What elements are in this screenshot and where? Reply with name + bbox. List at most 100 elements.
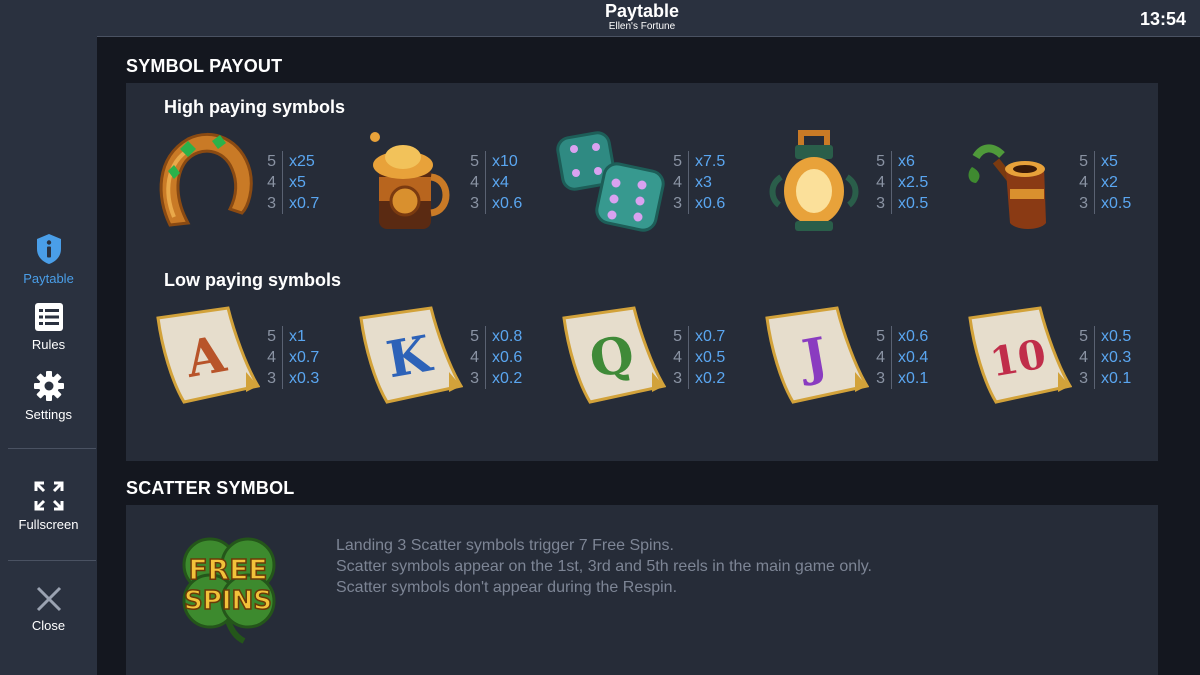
- horseshoe-icon: [159, 133, 253, 227]
- payout-row: 4 x0.6: [467, 347, 522, 368]
- payout-value: x0.2: [688, 368, 725, 389]
- scatter-line: Landing 3 Scatter symbols trigger 7 Free…: [336, 537, 674, 554]
- sidebar-item-paytable[interactable]: Paytable: [0, 232, 97, 286]
- close-icon: [36, 586, 61, 612]
- symbol-count: 3: [673, 194, 682, 212]
- pipe-icon: [968, 144, 1046, 229]
- symbol-count: 3: [1079, 369, 1088, 387]
- scatter-panel: FREE SPINS Landing 3 Scatter symbols tri…: [126, 505, 1158, 675]
- symbol-count: 5: [673, 327, 682, 345]
- payout-value: x0.7: [688, 326, 725, 347]
- symbol-count: 4: [1079, 348, 1088, 366]
- payout-row: 5 x10: [467, 151, 522, 172]
- scroll-10-icon: 10: [968, 306, 1072, 404]
- symbol-count: 4: [876, 348, 885, 366]
- section-title-scatter: SCATTER SYMBOL: [126, 478, 295, 498]
- sidebar-item-rules[interactable]: Rules: [0, 302, 97, 352]
- symbol-count: 5: [267, 152, 276, 170]
- payout-list: 5 x0.7 4 x0.5 3 x0.2: [670, 326, 725, 389]
- payout-row: 3 x0.6: [670, 193, 725, 214]
- gear-icon: [33, 371, 64, 401]
- payout-row: 5 x6: [873, 151, 928, 172]
- payout-value: x0.2: [485, 368, 522, 389]
- payout-value: x0.6: [485, 347, 522, 368]
- symbol-count: 4: [470, 173, 479, 191]
- header-bar: Paytable Ellen's Fortune 13:54: [97, 0, 1200, 37]
- symbol-count: 5: [876, 152, 885, 170]
- clover-free-spins-icon: FREE SPINS: [182, 537, 276, 644]
- symbol-count: 4: [876, 173, 885, 191]
- scroll-j-icon: J: [765, 306, 869, 404]
- payout-value: x0.4: [891, 347, 928, 368]
- payout-row: 5 x25: [264, 151, 319, 172]
- payout-row: 5 x7.5: [670, 151, 725, 172]
- symbol-scroll-j: J 5 x0.6 4 x0.4 3 x0.1: [759, 302, 959, 412]
- payout-list: 5 x10 4 x4 3 x0.6: [467, 151, 522, 214]
- payout-list: 5 x0.6 4 x0.4 3 x0.1: [873, 326, 928, 389]
- payout-row: 4 x2.5: [873, 172, 928, 193]
- payout-value: x0.5: [1094, 326, 1131, 347]
- payout-value: x6: [891, 151, 915, 172]
- payout-list: 5 x6 4 x2.5 3 x0.5: [873, 151, 928, 214]
- symbol-count: 3: [876, 369, 885, 387]
- symbol-count: 3: [1079, 194, 1088, 212]
- payout-value: x7.5: [688, 151, 725, 172]
- payout-row: 5 x0.6: [873, 326, 928, 347]
- payout-value: x0.6: [688, 193, 725, 214]
- payout-value: x0.8: [485, 326, 522, 347]
- page-title: Paytable: [604, 1, 680, 21]
- payout-row: 3 x0.5: [873, 193, 928, 214]
- high-paying-title: High paying symbols: [164, 97, 346, 117]
- payout-row: 3 x0.7: [264, 193, 319, 214]
- scatter-line: Scatter symbols don't appear during the …: [336, 579, 678, 596]
- scatter-description: Landing 3 Scatter symbols trigger 7 Free…: [336, 535, 872, 598]
- section-title-symbol-payout: SYMBOL PAYOUT: [126, 56, 283, 76]
- payout-row: 3 x0.3: [264, 368, 319, 389]
- sidebar-item-settings[interactable]: Settings: [0, 370, 97, 422]
- sidebar-label-rules: Rules: [31, 337, 66, 352]
- symbol-scroll-a: A 5 x1 4 x0.7 3 x0.3: [150, 302, 350, 412]
- sidebar-label-settings: Settings: [25, 407, 72, 422]
- payout-row: 4 x3: [670, 172, 725, 193]
- payout-list: 5 x0.8 4 x0.6 3 x0.2: [467, 326, 522, 389]
- payout-value: x0.3: [1094, 347, 1131, 368]
- payout-value: x25: [282, 151, 315, 172]
- payout-list: 5 x1 4 x0.7 3 x0.3: [264, 326, 319, 389]
- lantern-icon: [769, 130, 859, 231]
- fullscreen-icon: [34, 481, 63, 511]
- payout-row: 3 x0.1: [1076, 368, 1131, 389]
- symbol-pipe: 5 x5 4 x2 3 x0.5: [962, 127, 1162, 237]
- symbol-count: 3: [876, 194, 885, 212]
- symbol-scroll-q: Q 5 x0.7 4 x0.5 3 x0.2: [556, 302, 756, 412]
- symbol-count: 4: [267, 348, 276, 366]
- payout-row: 4 x2: [1076, 172, 1131, 193]
- payout-row: 3 x0.2: [670, 368, 725, 389]
- info-shield-icon: [36, 234, 61, 264]
- symbol-count: 5: [1079, 152, 1088, 170]
- payout-value: x10: [485, 151, 518, 172]
- symbol-dice: 5 x7.5 4 x3 3 x0.6: [556, 127, 756, 237]
- symbol-payout-panel: High paying symbols 5 x25 4 x5 3 x0.7 5 x10: [126, 83, 1158, 461]
- dice-icon: [556, 131, 665, 232]
- payout-value: x4: [485, 172, 509, 193]
- payout-row: 4 x0.4: [873, 347, 928, 368]
- symbol-count: 5: [876, 327, 885, 345]
- scatter-line: Scatter symbols appear on the 1st, 3rd a…: [336, 558, 872, 575]
- free-label: FREE: [189, 553, 268, 586]
- symbol-count: 5: [673, 152, 682, 170]
- payout-value: x2.5: [891, 172, 928, 193]
- scroll-k-icon: K: [359, 306, 463, 404]
- sidebar-item-fullscreen[interactable]: Fullscreen: [0, 480, 97, 532]
- symbol-tankard: 5 x10 4 x4 3 x0.6: [353, 127, 553, 237]
- symbol-count: 3: [470, 194, 479, 212]
- payout-row: 5 x0.5: [1076, 326, 1131, 347]
- payout-row: 4 x0.7: [264, 347, 319, 368]
- payout-value: x0.7: [282, 347, 319, 368]
- sidebar-item-close[interactable]: Close: [0, 585, 97, 633]
- payout-value: x1: [282, 326, 306, 347]
- payout-value: x5: [282, 172, 306, 193]
- scroll-a-icon: A: [156, 306, 260, 404]
- payout-list: 5 x0.5 4 x0.3 3 x0.1: [1076, 326, 1131, 389]
- clock: 13:54: [1139, 9, 1186, 29]
- sidebar-divider: [8, 560, 96, 561]
